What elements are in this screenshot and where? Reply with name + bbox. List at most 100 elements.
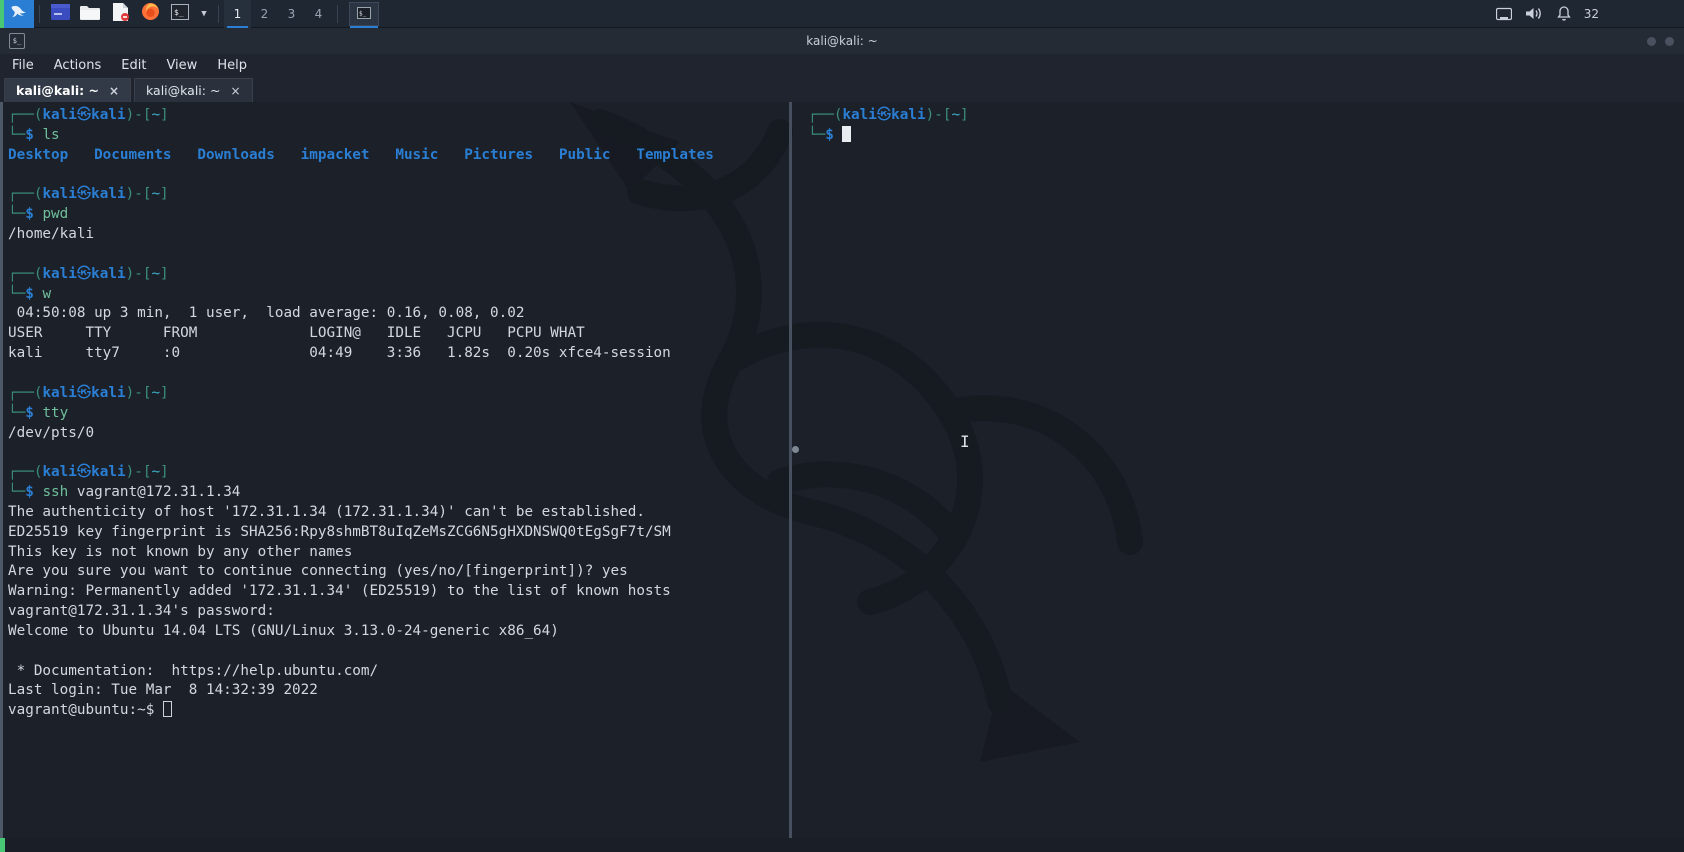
- terminal-output-line: Welcome to Ubuntu 14.04 LTS (GNU/Linux 3…: [8, 622, 559, 639]
- close-icon[interactable]: ×: [109, 84, 119, 98]
- prompt-separator: )-[: [125, 186, 152, 203]
- prompt-user: kali: [42, 265, 77, 282]
- prompt-host: kali: [91, 464, 126, 481]
- notification-bell-icon[interactable]: [1549, 0, 1579, 28]
- close-icon[interactable]: ×: [230, 84, 240, 98]
- terminal-launcher[interactable]: $_: [165, 0, 195, 28]
- maximize-button[interactable]: [1665, 36, 1674, 46]
- terminal-output-line: /home/kali: [8, 226, 95, 243]
- pane-splitter[interactable]: [789, 102, 792, 852]
- shell-prompt-line: ┌──(kali㉿kali)-[~]: [8, 463, 788, 483]
- tab-terminal-1[interactable]: kali@kali: ~ ×: [4, 78, 132, 102]
- typed-command: w: [42, 285, 52, 302]
- prompt-at-symbol: ㉿: [76, 107, 92, 123]
- minimize-button[interactable]: [1647, 36, 1656, 46]
- prompt-bracket: ┌──(: [8, 107, 43, 123]
- workspace-button-3[interactable]: 3: [278, 0, 305, 28]
- firefox-launcher[interactable]: [135, 0, 165, 28]
- terminal-output-line: vagrant@172.31.1.34's password:: [8, 603, 275, 620]
- prompt-at-symbol: ㉿: [76, 384, 92, 401]
- shell-command-line: └─$: [808, 125, 1668, 146]
- pane-splitter-grip[interactable]: [792, 446, 799, 453]
- terminal-pane-right[interactable]: ┌──(kali㉿kali)-[~] └─$: [808, 106, 1668, 146]
- typed-command: tty: [42, 404, 69, 421]
- prompt-host: kali: [891, 107, 926, 123]
- window-title: kali@kali: ~: [806, 34, 878, 48]
- network-icon[interactable]: [1489, 0, 1519, 28]
- prompt-at-symbol: ㉿: [76, 186, 92, 203]
- shell-prompt-line: ┌──(kali㉿kali)-[~]: [8, 106, 788, 126]
- menu-item-help[interactable]: Help: [217, 58, 247, 73]
- prompt-dollar: $: [25, 404, 34, 421]
- workspace-button-4[interactable]: 4: [305, 0, 332, 28]
- terminal-body[interactable]: ┌──(kali㉿kali)-[~] └─$ ls Desktop Document…: [0, 102, 1684, 852]
- prompt-bracket: ┌──(: [808, 107, 843, 123]
- menu-item-file[interactable]: File: [12, 58, 34, 73]
- prompt-bracket-close: ]: [160, 265, 169, 282]
- terminal-window-icon: [50, 3, 70, 24]
- window-titlebar[interactable]: $_ kali@kali: ~: [0, 28, 1684, 54]
- shell-prompt-line: ┌──(kali㉿kali)-[~]: [8, 185, 788, 205]
- workspace-button-1[interactable]: 1: [224, 0, 251, 28]
- terminal-emulator-launcher[interactable]: [45, 0, 75, 28]
- prompt-user: kali: [42, 464, 77, 481]
- terminal-pane-left[interactable]: ┌──(kali㉿kali)-[~] └─$ ls Desktop Document…: [8, 106, 788, 721]
- terminal-output-line: Are you sure you want to continue connec…: [8, 563, 628, 580]
- volume-icon[interactable]: [1519, 0, 1549, 28]
- terminal-output-line: kali tty7 :0 04:49 3:36 1.82s 0.20s xfce…: [8, 345, 671, 362]
- taskbar-divider-2: [218, 4, 219, 23]
- terminal-prompt-icon: $_: [171, 3, 189, 24]
- desktop-taskbar: $_ ▼ 1 2 3 4 $_ 32: [0, 0, 1684, 28]
- prompt-corner: └─: [8, 404, 26, 421]
- shell-command-line: └─$ w: [8, 285, 788, 305]
- terminal-output-line: Desktop Documents Downloads impacket Mus…: [8, 146, 714, 163]
- clock-label[interactable]: 32: [1579, 7, 1604, 21]
- workspace-label: 2: [260, 6, 269, 21]
- prompt-user: kali: [42, 186, 77, 203]
- prompt-bracket-close: ]: [160, 186, 169, 203]
- text-cursor: [162, 701, 172, 718]
- tab-terminal-2[interactable]: kali@kali: ~ ×: [134, 78, 253, 102]
- taskbar-window-button-terminal[interactable]: $_: [349, 1, 379, 28]
- file-manager-launcher[interactable]: [75, 0, 105, 28]
- typed-command: pwd: [42, 206, 69, 223]
- menu-item-edit[interactable]: Edit: [121, 58, 146, 73]
- prompt-dollar: $: [25, 206, 34, 223]
- prompt-path: ~: [151, 186, 161, 203]
- mouse-text-cursor: I: [960, 432, 970, 451]
- prompt-corner: └─: [8, 126, 26, 143]
- shell-prompt-line: ┌──(kali㉿kali)-[~]: [8, 384, 788, 404]
- prompt-dollar: $: [25, 285, 34, 302]
- terminal-output-line: ED25519 key fingerprint is SHA256:Rpy8sh…: [8, 523, 671, 540]
- workspace-button-2[interactable]: 2: [251, 0, 278, 28]
- document-icon: [112, 2, 129, 25]
- remote-shell-prompt: vagrant@ubuntu:~$: [8, 701, 788, 721]
- menu-item-view[interactable]: View: [166, 58, 197, 73]
- workspace-label: 4: [314, 6, 323, 21]
- prompt-dollar: $: [825, 126, 834, 143]
- typed-command: ls: [42, 126, 60, 143]
- terminal-output-line: Warning: Permanently added '172.31.1.34'…: [8, 583, 671, 600]
- window-bottom-strip: [0, 838, 1684, 852]
- menu-item-actions[interactable]: Actions: [54, 58, 102, 73]
- prompt-path: ~: [151, 464, 161, 481]
- chevron-down-icon[interactable]: ▼: [195, 0, 213, 28]
- terminal-output-line: USER TTY FROM LOGIN@ IDLE JCPU PCPU WHAT: [8, 325, 585, 342]
- prompt-bracket: ┌──(: [8, 384, 43, 401]
- bottom-accent-stripe: [0, 838, 5, 852]
- workspace-label: 1: [233, 6, 242, 21]
- prompt-at-symbol: ㉿: [76, 265, 92, 282]
- window-controls: [1647, 36, 1674, 46]
- prompt-path: ~: [151, 107, 161, 123]
- terminal-left-edge: [0, 102, 3, 852]
- prompt-separator: )-[: [125, 265, 152, 282]
- terminal-output-line: The authenticity of host '172.31.1.34 (1…: [8, 503, 645, 520]
- prompt-path: ~: [151, 265, 161, 282]
- text-editor-launcher[interactable]: [105, 0, 135, 28]
- prompt-bracket-close: ]: [160, 107, 169, 123]
- kali-menu-button[interactable]: [4, 0, 34, 28]
- text-cursor: [842, 125, 852, 142]
